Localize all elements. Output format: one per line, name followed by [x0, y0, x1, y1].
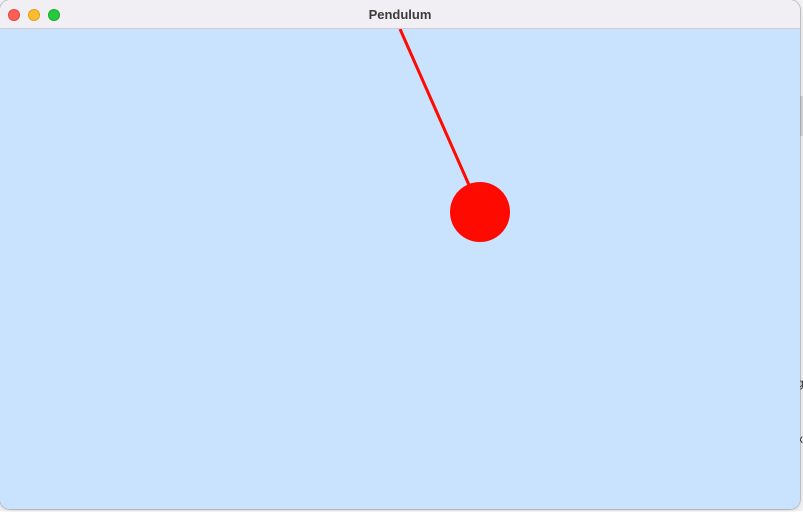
pendulum-drawing	[0, 29, 800, 509]
title-bar[interactable]: Pendulum	[0, 0, 800, 29]
canvas-background	[0, 29, 800, 509]
pendulum-window[interactable]: Pendulum	[0, 0, 800, 509]
pendulum-bob[interactable]	[450, 182, 510, 242]
pendulum-canvas[interactable]	[0, 29, 800, 509]
window-title: Pendulum	[368, 7, 432, 22]
